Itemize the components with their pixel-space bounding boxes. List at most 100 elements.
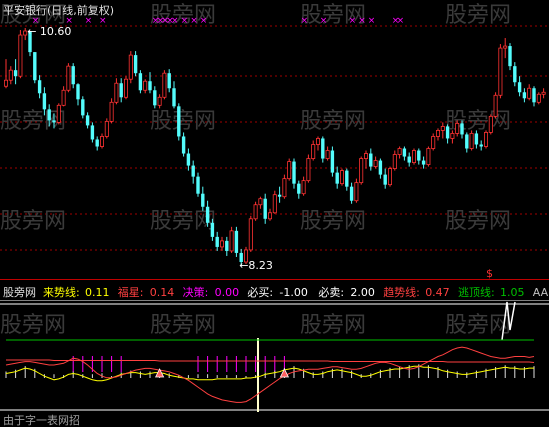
candle-body [148, 81, 152, 91]
sell-signal-marker: × [85, 16, 93, 26]
candle-body [229, 230, 234, 252]
candle-body [479, 144, 483, 147]
candle-body [100, 136, 105, 147]
candle-body [527, 87, 532, 99]
candle-body [292, 161, 296, 184]
candle-body [378, 160, 383, 175]
indicator-legend: 股旁网 来势线: 0.11 福星: 0.14 决策: 0.00 必买: -1.00 必卖: 2.00… [3, 285, 549, 299]
candle-body [95, 139, 99, 147]
candle-body [417, 150, 421, 161]
candle-body [133, 55, 138, 74]
stock-chart: 股旁网 股旁网 股旁网 股旁网股旁网 股旁网 股旁网 股旁网股旁网 股旁网 股旁网 股旁网股旁网股… [0, 3, 549, 427]
candle-body [181, 136, 186, 154]
candle-body [119, 83, 123, 98]
candle-body [402, 148, 407, 157]
buy-arrow-marker [279, 368, 290, 378]
candle-body [498, 47, 503, 96]
candle-body [536, 93, 541, 103]
candle-body [201, 193, 205, 207]
candle-body [445, 126, 450, 139]
candle-body [263, 198, 267, 219]
candle-body [191, 165, 195, 177]
candle-body [196, 176, 200, 194]
legend-value: 2.00 [350, 286, 375, 299]
low-price-label: ←8.23 [239, 259, 273, 272]
candle-body [315, 138, 320, 145]
sell-signal-marker: × [349, 16, 357, 26]
candle-body [373, 160, 378, 167]
candle-body [435, 130, 440, 137]
candle-body [297, 183, 301, 194]
candle-body [455, 123, 460, 134]
candle-body [369, 153, 373, 167]
trend-coming-line [5, 365, 534, 382]
candle-body [392, 154, 397, 169]
candle-body [61, 89, 66, 106]
sell-signal-marker: × [358, 16, 366, 26]
candle-body [128, 54, 133, 80]
candle-body [4, 79, 9, 87]
candle-body [460, 123, 464, 135]
candle-body [493, 94, 498, 117]
lucky-star-line [5, 346, 535, 403]
candle-body [488, 115, 493, 133]
candle-body [109, 101, 114, 122]
candle-body [81, 99, 85, 116]
candle-body [104, 120, 109, 137]
sell-signal-marker: × [200, 16, 208, 26]
candle-body [47, 109, 51, 121]
page-title: 平安银行(日线,前复权) [3, 3, 114, 17]
legend-value: 0.00 [215, 286, 240, 299]
candle-body [157, 96, 162, 106]
indicator-name: 股旁网 [3, 285, 36, 299]
sell-signal-marker: × [301, 16, 309, 26]
candle-body [52, 120, 56, 123]
candle-body [339, 170, 344, 185]
candle-body [522, 92, 527, 99]
candle-body [124, 78, 129, 98]
candle-body [167, 73, 171, 89]
candle-body [383, 174, 387, 185]
candlestick-layer: ← 10.60 ←8.23 $ [4, 25, 546, 280]
legend-label: 逃顶线: [458, 285, 495, 299]
candle-body [76, 84, 80, 100]
watermark-text: 股旁网 [445, 109, 511, 134]
sell-signal-marker: × [368, 16, 376, 26]
candle-body [465, 134, 469, 149]
legend-label: 必买: [247, 286, 273, 299]
candle-body [503, 45, 508, 49]
sell-signal-marker: × [190, 16, 198, 26]
watermark-text: 股旁网 [300, 209, 366, 234]
sell-signal-marker: × [181, 16, 189, 26]
sell-signal-marker: × [320, 16, 328, 26]
candle-body [397, 148, 402, 155]
legend-value: -1.00 [279, 286, 307, 299]
candle-body [541, 91, 546, 95]
candle-body [8, 69, 13, 81]
candle-body [272, 194, 277, 214]
candle-body [138, 73, 143, 91]
candle-body [287, 161, 292, 180]
candle-body [532, 88, 536, 103]
legend-value: 0.47 [425, 286, 450, 299]
sell-signal-marker: × [397, 16, 405, 26]
candle-body [508, 46, 512, 67]
candle-body [335, 172, 339, 184]
legend-value: 0.14 [150, 286, 175, 299]
candle-body [321, 138, 325, 159]
candle-body [440, 126, 445, 131]
high-price-label: ← 10.60 [27, 25, 71, 38]
candle-body [517, 82, 522, 93]
candle-body [177, 106, 181, 137]
watermark-text: 股旁网 [150, 109, 216, 134]
candle-body [225, 240, 229, 251]
candle-body [431, 136, 436, 149]
candle-body [56, 104, 61, 123]
candle-body [311, 144, 316, 159]
candle-body [13, 70, 18, 77]
candle-body [215, 236, 219, 247]
candle-body [330, 150, 335, 173]
candle-body [469, 133, 474, 149]
candle-body [267, 212, 272, 220]
sell-signal-marker: × [99, 16, 107, 26]
